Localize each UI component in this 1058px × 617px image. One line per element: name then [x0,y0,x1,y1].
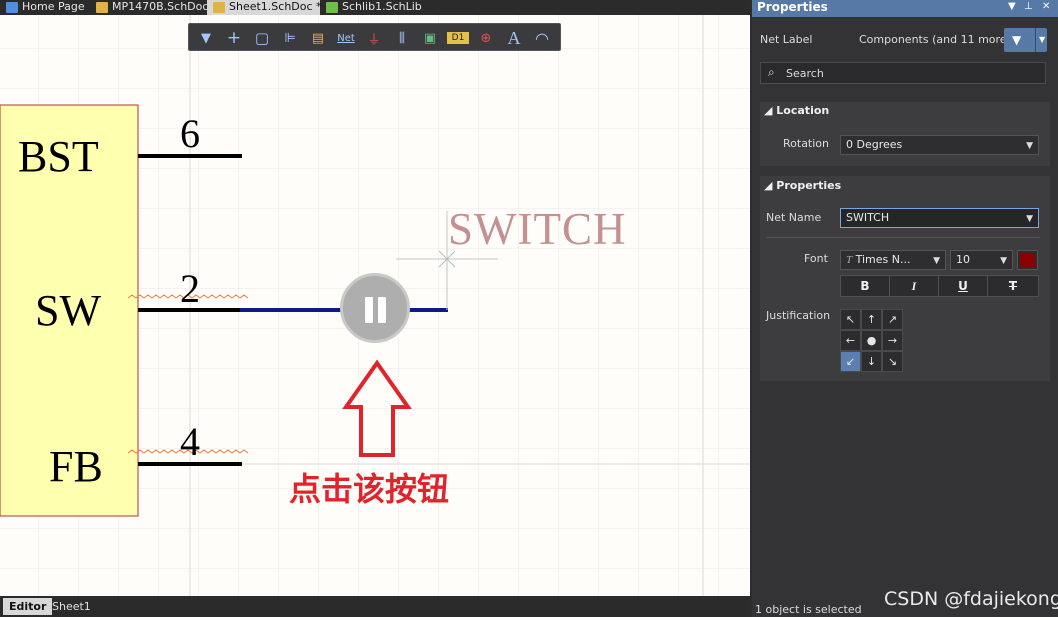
justify-top-right-icon[interactable]: ↗ [882,309,903,330]
schematic-doc-icon [96,2,108,13]
component-tool-icon[interactable]: ▤ [307,27,329,49]
schlib-icon [326,2,338,13]
chevron-down-icon: ▼ [1026,141,1033,151]
search-icon: ⌕ [768,65,775,79]
object-kind: Net Label [760,33,813,46]
pin-number-bst: 6 [180,111,200,156]
app-window: Home Page MP1470B.SchDoc Sheet1.SchDoc *… [0,0,1058,617]
font-color-swatch[interactable] [1017,250,1038,270]
pin-name-bst: BST [18,132,99,181]
pause-icon [378,297,386,323]
filter-button[interactable]: ▼ ▼ [1004,28,1047,52]
bold-button[interactable]: B [840,275,890,297]
pin-icon[interactable]: ⊥ [1024,0,1033,14]
properties-section-title[interactable]: ◢ Properties [764,179,841,192]
pin-name-fb: FB [49,442,103,491]
pause-icon [365,297,373,323]
bus-tool-icon[interactable]: ⫼ [391,27,413,49]
chevron-down-icon: ▼ [1000,256,1007,266]
underline-button[interactable]: U [938,275,988,297]
strikethrough-button[interactable]: T [987,275,1039,297]
chevron-down-icon: ▼ [933,256,940,266]
justification-label: Justification [766,309,831,322]
tab-sheet1[interactable]: Sheet1.SchDoc * [207,0,322,15]
tab-editor[interactable]: Editor [3,598,53,615]
justify-top-center-icon[interactable]: ↑ [861,309,882,330]
active-bar-toolbar: ▼ + ▢ ⊫ ▤ Net ⏚ ⫼ ▣ D1 ⊕ A ◠ [188,23,561,51]
divider [766,237,1040,238]
select-box-tool-icon[interactable]: ▢ [251,27,273,49]
tab-mp1470b[interactable]: MP1470B.SchDoc [90,0,209,15]
status-text: 1 object is selected [755,603,862,616]
justify-bottom-center-icon[interactable]: ↓ [861,351,882,372]
search-placeholder: Search [786,67,824,80]
justify-bottom-left-icon[interactable]: ↙ [840,351,861,372]
italic-button[interactable]: I [889,275,939,297]
net-name-value: SWITCH [846,211,890,224]
netlabel-tool-icon[interactable]: Net [335,27,357,49]
tab-label: Home Page [22,0,85,13]
close-icon[interactable]: ✕ [1042,0,1050,14]
tab-label: Sheet1.SchDoc * [229,0,322,13]
panel-dropdown-icon[interactable]: ▼ [1008,0,1016,14]
rotation-value: 0 Degrees [846,138,903,151]
pin-number-sw: 2 [180,266,200,311]
tab-schlib1[interactable]: Schlib1.SchLib [320,0,430,15]
rotation-label: Rotation [783,137,830,150]
justify-top-left-icon[interactable]: ↖ [840,309,861,330]
schematic-doc-icon [213,2,225,13]
justify-bottom-right-icon[interactable]: ↘ [882,351,903,372]
tab-label: MP1470B.SchDoc [112,0,209,13]
pin-name-sw: SW [35,286,101,335]
annotation-hint: 点击该按钮 [289,470,450,508]
font-size-dropdown[interactable]: 10 ▼ [950,250,1013,270]
home-icon [6,2,18,13]
chevron-down-icon: ▼ [1026,214,1033,224]
schematic-canvas[interactable]: BST 6 SW 2 FB 4 SWITCH 点击该按钮 [0,15,750,596]
location-section: ◢ Location Rotation 0 Degrees ▼ [760,102,1050,166]
justify-center-icon[interactable]: ● [861,330,882,351]
net-label-switch[interactable]: SWITCH [448,203,627,255]
chevron-down-icon: ▼ [1035,28,1045,52]
tab-home-page[interactable]: Home Page [0,0,90,15]
net-name-input[interactable]: SWITCH ▼ [840,208,1039,228]
net-name-label: Net Name [766,211,822,224]
watermark: CSDN @fdajiekong [884,588,1058,610]
probe-tool-icon[interactable]: ⊕ [475,27,497,49]
harness-tool-icon[interactable]: ▣ [419,27,441,49]
pin-number-fb: 4 [180,419,200,464]
tab-sheet1-bottom[interactable]: Sheet1 [46,598,97,615]
port-tool-icon[interactable]: D1 [447,32,469,44]
properties-panel: Properties ▼ ⊥ ✕ Net Label Components (a… [752,0,1058,617]
justify-middle-right-icon[interactable]: → [882,330,903,351]
panel-title: Properties [757,0,828,14]
pause-button[interactable] [340,273,410,343]
editor-bottom-bar: Editor Sheet1 [0,596,750,617]
align-tool-icon[interactable]: ⊫ [279,27,301,49]
font-size-value: 10 [956,253,970,266]
search-input[interactable]: ⌕ Search [760,62,1046,84]
properties-section: ◢ Properties Net Name SWITCH ▼ Font T Ti… [760,176,1050,381]
justify-middle-left-icon[interactable]: ← [840,330,861,351]
font-icon: T [846,254,853,266]
color-chip [1020,253,1035,267]
location-section-title[interactable]: ◢ Location [764,104,829,117]
crosshair-tool-icon[interactable]: + [223,27,245,49]
tab-label: Schlib1.SchLib [342,0,422,13]
document-tab-bar: Home Page MP1470B.SchDoc Sheet1.SchDoc *… [0,0,750,15]
font-label: Font [804,252,828,265]
text-tool-icon[interactable]: A [503,27,525,49]
arc-tool-icon[interactable]: ◠ [531,27,553,49]
font-family-value: Times N... [855,253,911,266]
font-family-dropdown[interactable]: T Times N... ▼ [840,250,946,270]
filter-icon: ▼ [1012,33,1022,47]
filter-tool-icon[interactable]: ▼ [195,27,217,49]
ground-tool-icon[interactable]: ⏚ [363,27,385,49]
selection-scope[interactable]: Components (and 11 more) [859,33,1011,46]
panel-header: Properties ▼ ⊥ ✕ [752,0,1058,17]
rotation-dropdown[interactable]: 0 Degrees ▼ [840,135,1039,155]
